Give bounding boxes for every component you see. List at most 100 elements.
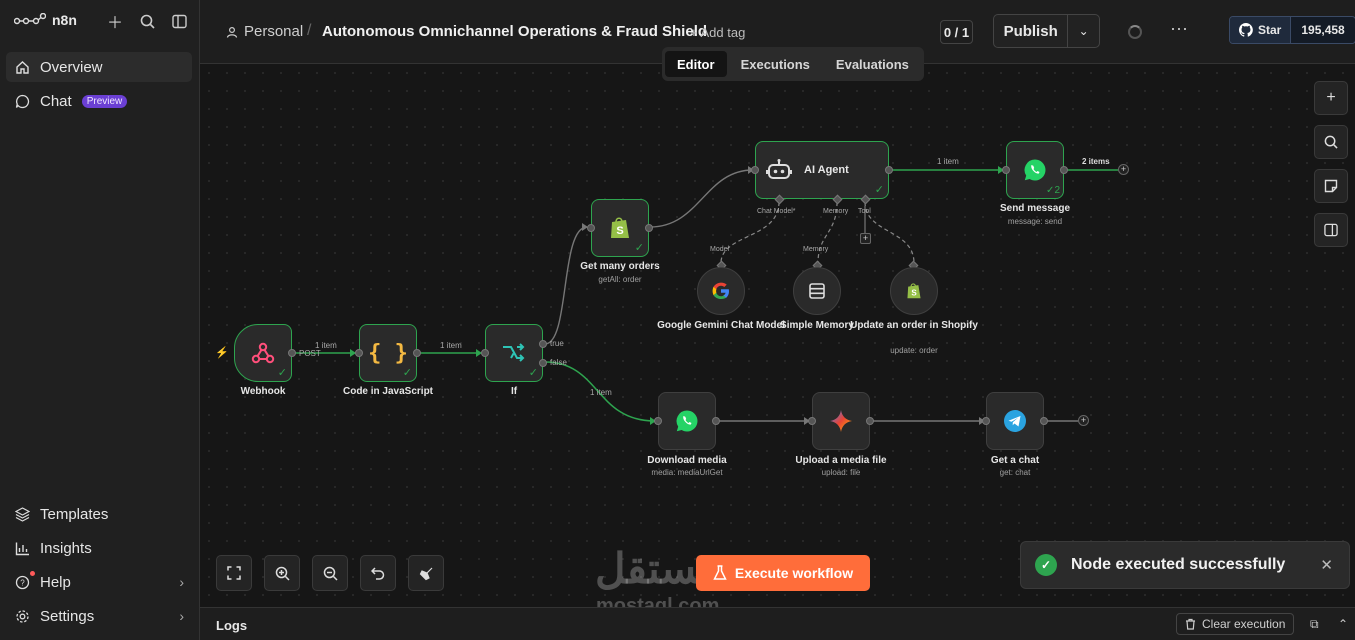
add-icon[interactable]: ＋ [106, 12, 124, 32]
toggle-panel-button[interactable] [1314, 213, 1348, 247]
node-get-many-orders[interactable]: S ✓ [587, 199, 653, 257]
sidebar-item-chat[interactable]: Chat Preview [6, 86, 192, 116]
node-label: Send message [999, 203, 1071, 214]
more-options-icon[interactable]: ··· [1170, 18, 1188, 39]
popout-icon[interactable]: ⧉ [1310, 617, 1319, 632]
branch-true-label: true [550, 339, 564, 348]
chevron-up-icon[interactable]: ⌃ [1338, 617, 1348, 631]
whatsapp-icon [676, 410, 698, 432]
output-port-false[interactable] [539, 359, 547, 367]
workflow-title[interactable]: Autonomous Omnichannel Operations & Frau… [322, 23, 707, 40]
node-if[interactable]: ✓ [481, 324, 547, 382]
collapse-sidebar-icon[interactable] [170, 12, 188, 30]
home-icon [14, 59, 30, 75]
github-star-count: 195,458 [1290, 17, 1355, 43]
output-port[interactable] [1040, 417, 1048, 425]
fit-view-button[interactable] [216, 555, 252, 591]
clear-execution-button[interactable]: Clear execution [1176, 613, 1295, 635]
preview-badge: Preview [81, 94, 128, 108]
output-port-true[interactable] [539, 340, 547, 348]
zoom-in-button[interactable] [264, 555, 300, 591]
loading-spinner-icon [1128, 25, 1142, 39]
brand-name: n8n [52, 12, 77, 28]
node-google-gemini[interactable] [697, 267, 745, 315]
edge-count-label: 1 item [590, 388, 612, 397]
github-star-button[interactable]: Star 195,458 [1229, 16, 1355, 44]
publish-button-group: Publish ⌄ [993, 14, 1100, 48]
tab-executions[interactable]: Executions [729, 51, 822, 77]
breadcrumb-separator: / [307, 22, 312, 39]
output-port[interactable] [712, 417, 720, 425]
sidebar-item-overview[interactable]: Overview [6, 52, 192, 82]
sidebar-item-templates[interactable]: Templates [6, 499, 192, 529]
add-tool-icon[interactable]: + [860, 233, 871, 244]
logs-panel-bar[interactable]: Logs Clear execution ⧉ ⌃ [200, 607, 1355, 640]
edge-if-true-orders [544, 226, 588, 345]
input-port[interactable] [982, 417, 990, 425]
sticky-note-icon [1324, 179, 1338, 193]
sidebar-item-label: Settings [40, 607, 95, 625]
tab-editor[interactable]: Editor [665, 51, 727, 77]
flask-icon [713, 565, 727, 580]
node-download-media[interactable] [654, 392, 720, 450]
input-port[interactable] [808, 417, 816, 425]
node-code-javascript[interactable]: { } ✓ [355, 324, 421, 382]
search-nodes-button[interactable] [1314, 125, 1348, 159]
input-port[interactable] [1002, 166, 1010, 174]
input-port[interactable] [654, 417, 662, 425]
search-icon[interactable] [138, 12, 156, 30]
node-upload-media[interactable] [808, 392, 874, 450]
n8n-logo[interactable]: n8n [14, 12, 77, 28]
broom-icon [419, 567, 432, 580]
close-icon[interactable]: ✕ [1320, 556, 1333, 574]
add-node-icon[interactable]: + [1078, 415, 1089, 426]
node-label: If [510, 386, 518, 397]
output-port[interactable] [885, 166, 893, 174]
branch-icon [503, 343, 525, 362]
sidebar-item-label: Insights [40, 539, 92, 557]
undo-button[interactable] [360, 555, 396, 591]
breadcrumb-project[interactable]: Personal [226, 23, 303, 40]
execute-workflow-button[interactable]: Execute workflow [696, 555, 870, 591]
chevron-down-icon[interactable]: ⌄ [1067, 15, 1099, 47]
tab-evaluations[interactable]: Evaluations [824, 51, 921, 77]
sidebar-item-label: Overview [40, 58, 103, 76]
sidebar-item-insights[interactable]: Insights [6, 533, 192, 563]
database-icon [809, 283, 825, 299]
add-tag-button[interactable]: + Add tag [690, 25, 745, 40]
node-webhook[interactable]: ✓ [234, 324, 296, 382]
zoom-out-button[interactable] [312, 555, 348, 591]
output-port[interactable] [645, 224, 653, 232]
plus-icon: + [1326, 89, 1336, 106]
input-port[interactable] [587, 224, 595, 232]
success-check-icon: ✓ [634, 242, 644, 254]
workflow-canvas[interactable]: ✓ ⚡ Webhook POST 1 item { } ✓ Code in Ja… [200, 64, 1355, 617]
node-simple-memory[interactable] [793, 267, 841, 315]
node-send-message[interactable]: ✓2 [1002, 141, 1068, 199]
port-label-tool: Tool [858, 208, 871, 215]
sidebar-item-settings[interactable]: Settings › [6, 601, 192, 631]
tidy-up-button[interactable] [408, 555, 444, 591]
svg-text:?: ? [20, 578, 25, 587]
output-port[interactable] [866, 417, 874, 425]
shopify-icon: S [907, 283, 921, 299]
add-node-icon[interactable]: + [1118, 164, 1129, 175]
output-port[interactable] [288, 349, 296, 357]
output-port[interactable] [413, 349, 421, 357]
output-port[interactable] [1060, 166, 1068, 174]
node-label: Get a chat [990, 455, 1040, 466]
input-port[interactable] [355, 349, 363, 357]
input-port[interactable] [481, 349, 489, 357]
publish-button[interactable]: Publish [994, 23, 1067, 40]
node-ai-agent[interactable]: AI Agent ✓ [751, 141, 893, 199]
node-get-chat[interactable] [982, 392, 1048, 450]
add-sticky-note-button[interactable] [1314, 169, 1348, 203]
edge-count-label: 2 items [1082, 157, 1110, 166]
svg-text:S: S [616, 225, 623, 237]
success-toast: ✓ Node executed successfully ✕ [1020, 541, 1350, 589]
node-shopify-update[interactable]: S [890, 267, 938, 315]
input-port[interactable] [751, 166, 759, 174]
add-node-button[interactable]: + [1314, 81, 1348, 115]
sidebar-item-label: Help [40, 573, 71, 591]
sidebar-item-help[interactable]: ? Help › [6, 567, 192, 597]
